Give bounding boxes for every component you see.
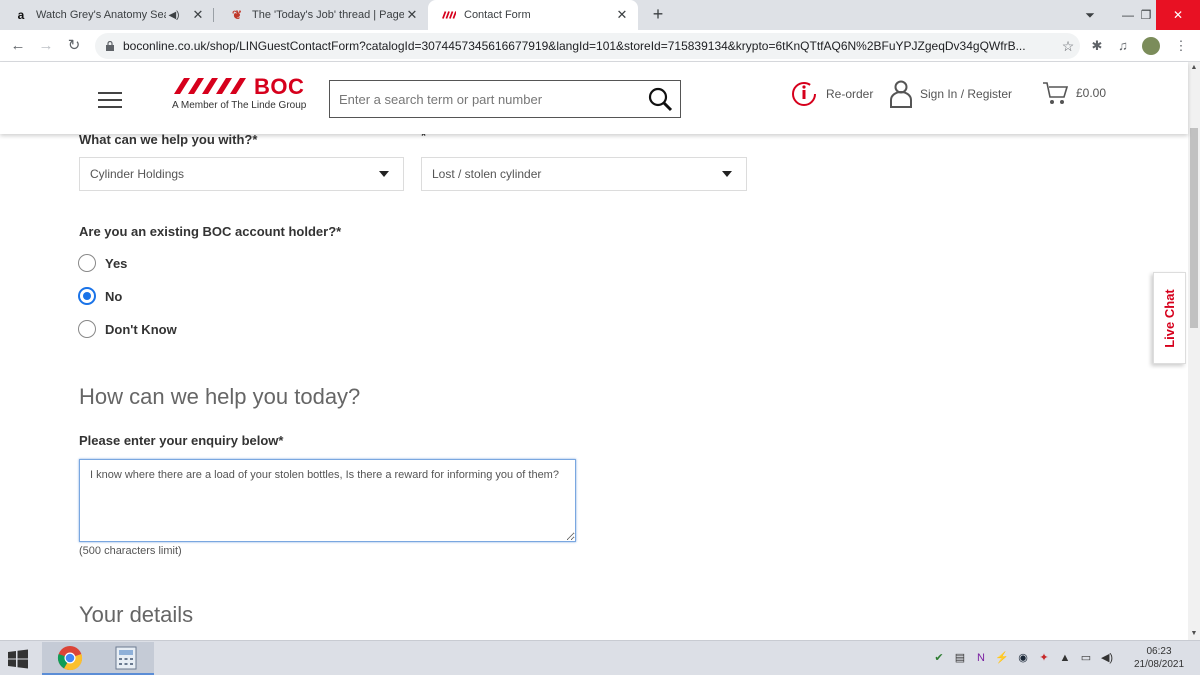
tab-forum[interactable]: ❦ The 'Today's Job' thread | Page 4 ✕ [216,0,428,30]
gift-icon[interactable]: ✦ [1035,651,1053,665]
windows-start-icon[interactable] [8,649,28,669]
reload-button[interactable]: ↻ [64,36,84,56]
brand-name: BOC [254,74,305,99]
section-heading-help: How can we help you today? [79,384,361,409]
bookmark-star-icon[interactable]: ☆ [1056,38,1080,55]
close-icon[interactable]: ✕ [614,7,630,23]
onenote-icon[interactable]: N [972,651,990,665]
sub-topic-label: * [421,134,427,143]
reorder-link[interactable]: Re-order [790,80,873,108]
taskbar-calculator[interactable] [98,642,154,675]
back-button[interactable]: ← [8,36,28,56]
brand-tagline: A Member of The Linde Group [172,100,307,111]
tab-title: The 'Today's Job' thread | Page 4 [252,9,404,21]
url-text: boconline.co.uk/shop/LINGuestContactForm… [123,39,1026,53]
reorder-icon [792,82,816,106]
forward-button[interactable]: → [36,36,56,56]
radio-button[interactable] [78,254,96,272]
tab-title: Contact Form [464,9,531,21]
media-control-icon[interactable]: ♫ [1114,37,1132,55]
help-topic-select[interactable]: Cylinder Holdings [79,157,404,191]
enquiry-label: Please enter your enquiry below* [79,433,284,448]
radio-label: No [105,288,123,304]
cart-link[interactable]: £0.00 [1042,80,1106,106]
close-icon[interactable]: ✕ [190,7,206,23]
sub-topic-value: Lost / stolen cylinder [432,167,542,181]
close-icon[interactable]: ✕ [404,7,420,23]
sub-topic-select[interactable]: Lost / stolen cylinder [421,157,747,191]
lock-icon [106,41,114,51]
system-tray: ✔ ▤ N ⚡ ◉ ✦ ▲ ▭ ◀) [930,651,1119,665]
enquiry-textarea[interactable]: I know where there are a load of your st… [79,459,576,542]
speaker-icon[interactable]: ◀) [166,10,182,21]
radio-yes[interactable]: Yes [78,254,127,272]
printer-icon[interactable]: ▤ [951,651,969,665]
taskbar-chrome[interactable] [42,642,98,675]
taskbar: ✔ ▤ N ⚡ ◉ ✦ ▲ ▭ ◀) 06:23 21/08/2021 [0,640,1200,675]
search-input[interactable] [330,81,640,117]
chevron-down-icon [722,171,732,177]
page-scrollbar[interactable]: ▲ ▼ [1188,62,1200,640]
sign-in-link[interactable]: Sign In / Register [890,80,1012,108]
user-icon [890,80,912,108]
radio-button[interactable] [78,287,96,305]
cart-icon [1043,82,1068,104]
security-icon[interactable]: ✔ [930,651,948,665]
reorder-label: Re-order [826,87,874,101]
radio-label: Don't Know [105,321,177,337]
avatar[interactable] [1142,37,1160,55]
sign-in-label: Sign In / Register [920,87,1013,101]
tab-contact-form[interactable]: Contact Form ✕ [428,0,638,30]
tab-amazon[interactable]: a Watch Grey's Anatomy Seasc ◀) ✕ [0,0,214,30]
scroll-up-arrow-icon[interactable]: ▲ [1188,62,1200,74]
address-bar[interactable]: boconline.co.uk/shop/LINGuestContactForm… [95,33,1080,59]
chevron-down-icon [379,171,389,177]
search-icon[interactable] [640,81,680,117]
profile-menu-icon[interactable]: ⏷ [1072,0,1108,30]
scroll-down-arrow-icon[interactable]: ▼ [1188,628,1200,640]
menu-kebab-icon[interactable]: ⋮ [1172,37,1190,55]
clock-time: 06:23 [1146,646,1172,657]
hamburger-menu-icon[interactable] [98,92,122,110]
contact-form: What can we help you with?* * Cylinder H… [0,134,1188,640]
calculator-icon [115,646,137,669]
tab-title: Watch Grey's Anatomy Seasc [36,9,166,21]
boc-icon [442,8,456,22]
new-tab-button[interactable]: + [648,4,668,26]
browser-toolbar: ← → ↻ boconline.co.uk/shop/LINGuestConta… [0,30,1200,62]
character-limit-hint: (500 characters limit) [79,545,182,557]
section-heading-details: Your details [79,602,194,627]
radio-no[interactable]: No [78,287,122,305]
help-topic-value: Cylinder Holdings [90,167,185,181]
radio-dont-know[interactable]: Don't Know [78,320,177,338]
live-chat-label: Live Chat [1162,288,1178,348]
chrome-icon [57,645,83,670]
search-box [329,80,681,118]
steam-icon[interactable]: ◉ [1014,651,1032,665]
boc-logo[interactable]: BOC A Member of The Linde Group [172,74,317,114]
volume-icon[interactable]: ◀) [1098,651,1116,665]
site-header: BOC A Member of The Linde Group Re-order… [0,62,1188,134]
tab-separator [213,8,214,22]
radio-label: Yes [105,255,128,271]
amazon-icon: a [17,8,25,22]
extensions-icon[interactable]: ✱ [1088,37,1106,55]
radio-button[interactable] [78,320,96,338]
scrollbar-thumb[interactable] [1190,128,1198,328]
display-icon[interactable]: ▭ [1077,651,1095,665]
forum-icon: ❦ [231,8,243,22]
live-chat-button[interactable]: Live Chat [1153,272,1186,364]
cart-total: £0.00 [1076,86,1107,100]
clock-date: 21/08/2021 [1133,659,1185,670]
account-question: Are you an existing BOC account holder?* [79,224,342,239]
logo-stripes-icon [174,78,246,94]
close-window-button[interactable]: ✕ [1156,0,1200,30]
help-topic-label: What can we help you with?* [79,134,258,147]
browser-tab-strip: a Watch Grey's Anatomy Seasc ◀) ✕ ❦ The … [0,0,1200,30]
system-clock[interactable]: 06:23 21/08/2021 [1128,645,1190,671]
network-icon[interactable]: ▲ [1056,651,1074,665]
update-icon[interactable]: ⚡ [993,651,1011,665]
